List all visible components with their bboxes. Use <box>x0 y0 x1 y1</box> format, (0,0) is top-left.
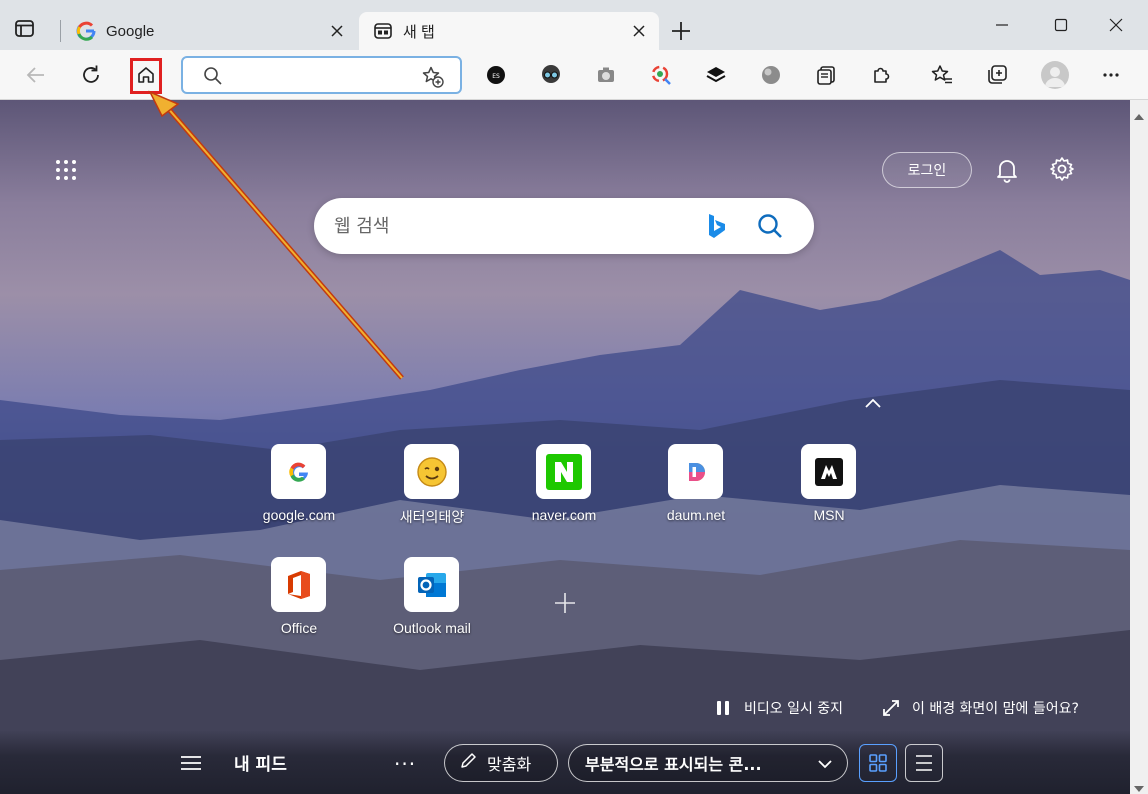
favorites-icon[interactable] <box>927 60 957 90</box>
app-launcher-icon[interactable] <box>54 158 78 182</box>
new-tab-icon <box>373 21 393 41</box>
tile-label: 새터의태양 <box>399 509 465 525</box>
tile-label: naver.com <box>531 507 597 523</box>
svg-text:ES: ES <box>492 73 500 80</box>
search-icon[interactable] <box>756 212 784 244</box>
hamburger-menu-icon[interactable] <box>180 754 202 772</box>
close-tab-icon[interactable] <box>323 17 351 45</box>
reading-list-icon[interactable] <box>811 60 841 90</box>
tab-separator <box>60 20 61 42</box>
maximize-icon[interactable] <box>1041 10 1081 40</box>
title-bar: Google 새 탭 <box>0 0 1148 50</box>
msn-icon <box>801 444 856 499</box>
content-display-label: 부분적으로 표시되는 콘... <box>585 755 762 774</box>
pause-video-label: 비디오 일시 중지 <box>744 701 844 717</box>
quick-link-tile[interactable]: Outlook mail <box>372 557 492 649</box>
new-tab-page: 로그인 google.com 새터의태양 naver.com <box>0 100 1130 794</box>
more-dots-icon[interactable] <box>1096 60 1126 90</box>
collections-icon[interactable] <box>982 60 1012 90</box>
profile-avatar-icon[interactable] <box>1041 61 1069 89</box>
quick-link-tile[interactable]: Office <box>239 557 359 649</box>
naver-n-icon <box>536 444 591 499</box>
like-background-label: 이 배경 화면이 맘에 들어요? <box>912 701 1079 717</box>
back-arrow-icon[interactable] <box>21 60 51 90</box>
search-icon <box>203 66 223 90</box>
feed-bar: 내 피드 ··· 맞춤화 부분적으로 표시되는 콘... <box>0 730 1130 794</box>
pencil-icon <box>459 752 477 774</box>
customize-button[interactable]: 맞춤화 <box>444 744 558 782</box>
scroll-down-arrow-icon[interactable] <box>1133 778 1145 794</box>
toolbar: ES <box>0 50 1148 136</box>
google-g-icon <box>271 444 326 499</box>
expand-arrows-icon <box>882 699 900 717</box>
quick-link-tile[interactable]: naver.com <box>504 444 624 536</box>
google-g-icon <box>76 21 96 41</box>
refresh-icon[interactable] <box>76 60 106 90</box>
tile-label: daum.net <box>666 507 726 523</box>
pause-video-button[interactable]: 비디오 일시 중지 <box>714 696 843 720</box>
page-scrollbar[interactable] <box>1130 100 1148 794</box>
notifications-bell-icon[interactable] <box>994 156 1020 184</box>
close-window-icon[interactable] <box>1096 10 1136 40</box>
tab-new-tab[interactable]: 새 탭 <box>359 12 659 50</box>
login-button[interactable]: 로그인 <box>882 152 972 188</box>
tile-label: Office <box>280 620 318 636</box>
winking-smiley-icon <box>404 444 459 499</box>
tile-label: google.com <box>262 507 336 523</box>
minimize-icon[interactable] <box>982 10 1022 40</box>
customize-label: 맞춤화 <box>487 755 532 774</box>
extensions-puzzle-icon[interactable] <box>866 60 896 90</box>
pause-icon <box>714 699 732 717</box>
web-search-input[interactable] <box>334 212 694 240</box>
globe-icon[interactable] <box>756 60 786 90</box>
close-tab-icon[interactable] <box>625 17 653 45</box>
quick-link-tile[interactable]: MSN <box>769 444 889 536</box>
more-options-button[interactable]: ··· <box>394 752 418 776</box>
tile-label: MSN <box>813 507 845 523</box>
add-favorite-icon[interactable] <box>421 65 445 93</box>
daum-d-icon <box>668 444 723 499</box>
layers-icon[interactable] <box>701 60 731 90</box>
quick-link-tile[interactable]: google.com <box>239 444 359 536</box>
tab-google[interactable]: Google <box>62 12 357 50</box>
chevron-up-icon[interactable] <box>862 396 884 412</box>
tab-label: Google <box>106 22 155 40</box>
address-bar[interactable] <box>181 56 462 94</box>
feed-title: 내 피드 <box>234 755 287 775</box>
new-tab-plus-icon[interactable] <box>668 18 694 44</box>
outlook-icon <box>404 557 459 612</box>
scroll-up-arrow-icon[interactable] <box>1133 106 1145 125</box>
incognito-glasses-icon[interactable] <box>536 60 566 90</box>
tile-label: Outlook mail <box>393 620 471 636</box>
lens-icon[interactable] <box>646 60 676 90</box>
bing-icon[interactable] <box>706 212 728 244</box>
grid-view-icon[interactable] <box>859 744 897 782</box>
add-quick-link-plus-icon[interactable] <box>552 590 578 616</box>
settings-gear-icon[interactable] <box>1049 156 1075 182</box>
es-extension-icon[interactable]: ES <box>481 60 511 90</box>
web-search-box <box>314 198 814 254</box>
office-icon <box>271 557 326 612</box>
camera-icon[interactable] <box>591 60 621 90</box>
list-view-icon[interactable] <box>905 744 943 782</box>
home-button-highlight <box>130 58 162 94</box>
quick-link-tile[interactable]: 새터의태양 <box>372 444 492 536</box>
chevron-down-icon <box>817 754 833 773</box>
content-display-dropdown[interactable]: 부분적으로 표시되는 콘... <box>568 744 848 782</box>
tab-actions-icon[interactable] <box>14 18 36 40</box>
quick-link-tile[interactable]: daum.net <box>636 444 756 536</box>
like-background-button[interactable]: 이 배경 화면이 맘에 들어요? <box>882 696 1079 720</box>
tab-label: 새 탭 <box>403 23 435 41</box>
